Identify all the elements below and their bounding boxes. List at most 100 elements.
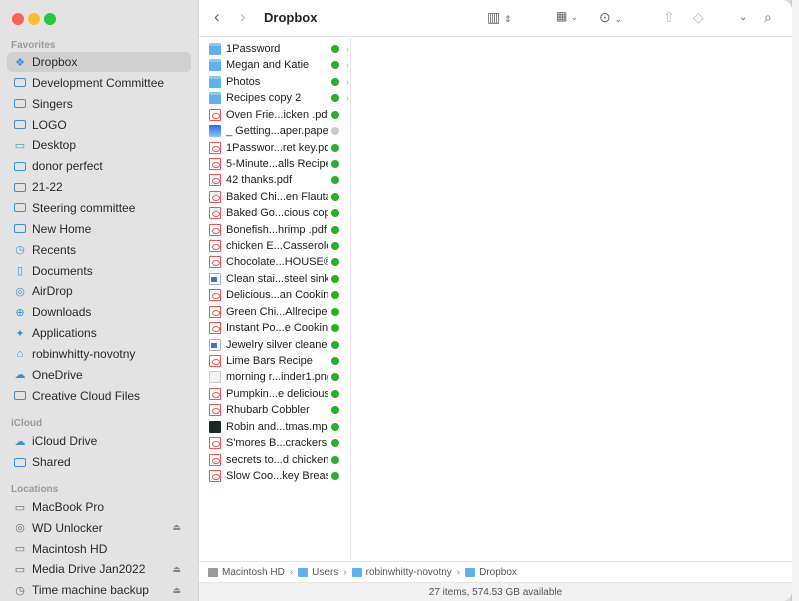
- sidebar-item-21-22[interactable]: 21-22: [7, 177, 191, 197]
- pdf-icon: [209, 322, 221, 335]
- sidebar-item-new-home[interactable]: New Home: [7, 219, 191, 239]
- sidebar-item-creative-cloud-files[interactable]: Creative Cloud Files: [7, 386, 191, 406]
- zoom-window-button[interactable]: [44, 13, 56, 25]
- sidebar-item-robinwhitty-novotny[interactable]: ⌂ robinwhitty-novotny: [7, 344, 191, 364]
- eject-icon[interactable]: ⏏: [172, 522, 181, 533]
- folder-icon: [209, 43, 221, 55]
- sidebar-item-label: Macintosh HD: [32, 541, 108, 556]
- sidebar-item-media-drive-jan2022[interactable]: ▭ Media Drive Jan2022 ⏏: [7, 559, 191, 579]
- drive-icon: ▭: [14, 543, 26, 556]
- file-row[interactable]: Instant Po...e Cooking: [209, 320, 349, 336]
- applications-icon: ✦: [15, 327, 25, 340]
- file-row[interactable]: secrets to...d chicken: [209, 452, 349, 468]
- file-row[interactable]: Delicious...an Cooking: [209, 287, 349, 303]
- file-row[interactable]: morning r...inder1.png: [209, 369, 349, 385]
- folder-icon: [14, 119, 26, 131]
- file-row[interactable]: Baked Go...cious copy: [209, 205, 349, 221]
- view-columns-button[interactable]: ▥ ⇕: [487, 9, 512, 26]
- file-row[interactable]: 1Passwor...ret key.pdf: [209, 140, 349, 156]
- sidebar-item-steering-committee[interactable]: Steering committee: [7, 198, 191, 218]
- file-row[interactable]: Jewelry silver cleaner: [209, 337, 349, 353]
- synced-check-icon: [331, 143, 339, 152]
- sidebar-item-downloads[interactable]: ⊕ Downloads: [7, 302, 191, 322]
- file-row[interactable]: Lime Bars Recipe: [209, 353, 349, 369]
- path-segment[interactable]: Macintosh HD: [208, 567, 285, 578]
- synced-check-icon: [331, 159, 339, 168]
- file-row[interactable]: Rhubarb Cobbler: [209, 402, 349, 418]
- eject-icon[interactable]: ⏏: [172, 564, 181, 575]
- file-row[interactable]: Clean stai...steel sink: [209, 271, 349, 287]
- search-button[interactable]: ⌕: [764, 9, 772, 26]
- sidebar-item-development-committee[interactable]: Development Committee: [7, 73, 191, 93]
- folder-row[interactable]: Megan and Katie ›: [209, 57, 349, 73]
- sidebar-item-macbook-pro[interactable]: ▭ MacBook Pro: [7, 497, 191, 517]
- pdf-icon: [209, 190, 221, 203]
- tag-button[interactable]: ◇: [693, 9, 704, 26]
- file-row[interactable]: Robin and...tmas.mp4: [209, 419, 349, 435]
- file-name: Megan and Katie: [226, 59, 310, 72]
- file-row[interactable]: Oven Frie...icken .pdf: [209, 107, 349, 123]
- file-row[interactable]: S'mores B...crackers: [209, 435, 349, 451]
- sidebar-item-desktop[interactable]: ▭ Desktop: [7, 135, 191, 155]
- file-row[interactable]: chicken E...Casserole: [209, 238, 349, 254]
- path-segment[interactable]: Dropbox: [465, 567, 517, 578]
- path-segment[interactable]: robinwhitty-novotny: [351, 567, 452, 578]
- more-actions-button[interactable]: ⊙ ⌄: [599, 9, 622, 26]
- sidebar-item-documents[interactable]: ▯ Documents: [7, 261, 191, 281]
- pdf-icon: [209, 157, 221, 170]
- synced-check-icon: [331, 45, 339, 53]
- sidebar-item-label: New Home: [32, 221, 92, 236]
- forward-button[interactable]: ›: [240, 7, 246, 27]
- sidebar-item-label: Time machine backup: [32, 583, 149, 598]
- file-row[interactable]: Slow Coo...key Breast: [209, 468, 349, 484]
- minimize-window-button[interactable]: [28, 13, 40, 25]
- sidebar-item-logo[interactable]: LOGO: [7, 115, 191, 135]
- sidebar-item-onedrive[interactable]: ☁ OneDrive: [7, 365, 191, 385]
- file-row[interactable]: Chocolate...HOUSE®: [209, 254, 349, 270]
- synced-check-icon: [331, 406, 339, 415]
- folder-icon: [14, 160, 26, 172]
- folder-row[interactable]: Recipes copy 2 ›: [209, 90, 349, 106]
- file-row[interactable]: _ Getting...aper.paper: [209, 123, 349, 139]
- file-name: S'mores B...crackers: [226, 437, 328, 450]
- file-row[interactable]: Bonefish...hrimp .pdf: [209, 222, 349, 238]
- sidebar-item-dropbox[interactable]: ❖ Dropbox: [7, 52, 191, 72]
- file-name: Green Chi...Allrecipes: [226, 305, 328, 318]
- synced-check-icon: [331, 77, 339, 86]
- sidebar-item-label: Development Committee: [32, 75, 165, 90]
- path-segment[interactable]: Users: [298, 567, 338, 578]
- sidebar-item-applications[interactable]: ✦ Applications: [7, 323, 191, 343]
- sidebar-item-label: AirDrop: [32, 284, 73, 299]
- file-row[interactable]: Green Chi...Allrecipes: [209, 304, 349, 320]
- document-icon: ▯: [16, 265, 24, 277]
- more-toolbar-chevron[interactable]: ⌄: [739, 12, 747, 23]
- sidebar-item-airdrop[interactable]: ◎ AirDrop: [7, 281, 191, 301]
- group-button[interactable]: ▦ ⌄: [556, 9, 578, 23]
- sidebar-item-label: Applications: [32, 326, 97, 341]
- sidebar-item-donor-perfect[interactable]: donor perfect: [7, 156, 191, 176]
- sidebar-item-label: WD Unlocker: [32, 520, 103, 535]
- back-button[interactable]: ‹: [214, 7, 220, 27]
- file-row[interactable]: Pumpkin...e delicious: [209, 386, 349, 402]
- share-button[interactable]: ⇧: [663, 9, 675, 26]
- sidebar-item-singers[interactable]: Singers: [7, 94, 191, 114]
- close-window-button[interactable]: [12, 13, 24, 25]
- time-machine-icon: ◷: [15, 584, 25, 597]
- folder-row[interactable]: Photos ›: [209, 74, 349, 90]
- sidebar-item-label: Downloads: [32, 305, 92, 320]
- file-row[interactable]: 42 thanks.pdf: [209, 172, 349, 188]
- sidebar-item-wd-unlocker[interactable]: ◎ WD Unlocker ⏏: [7, 518, 191, 538]
- sidebar-item-recents[interactable]: ◷ Recents: [7, 240, 191, 260]
- folder-row[interactable]: 1Password ›: [209, 41, 349, 57]
- sidebar-item-icloud-drive[interactable]: ☁ iCloud Drive: [7, 431, 191, 451]
- sidebar-item-label: LOGO: [32, 117, 67, 132]
- sidebar-item-time-machine-backup[interactable]: ◷ Time machine backup ⏏: [7, 580, 191, 600]
- synced-check-icon: [331, 176, 339, 185]
- sidebar-item-shared[interactable]: Shared: [7, 452, 191, 472]
- sidebar-item-label: Steering committee: [32, 200, 136, 215]
- eject-icon[interactable]: ⏏: [172, 585, 181, 596]
- file-row[interactable]: Baked Chi...en Flautas: [209, 189, 349, 205]
- file-row[interactable]: 5-Minute...alls Recipe: [209, 156, 349, 172]
- synced-check-icon: [331, 61, 339, 70]
- sidebar-item-macintosh-hd[interactable]: ▭ Macintosh HD: [7, 539, 191, 559]
